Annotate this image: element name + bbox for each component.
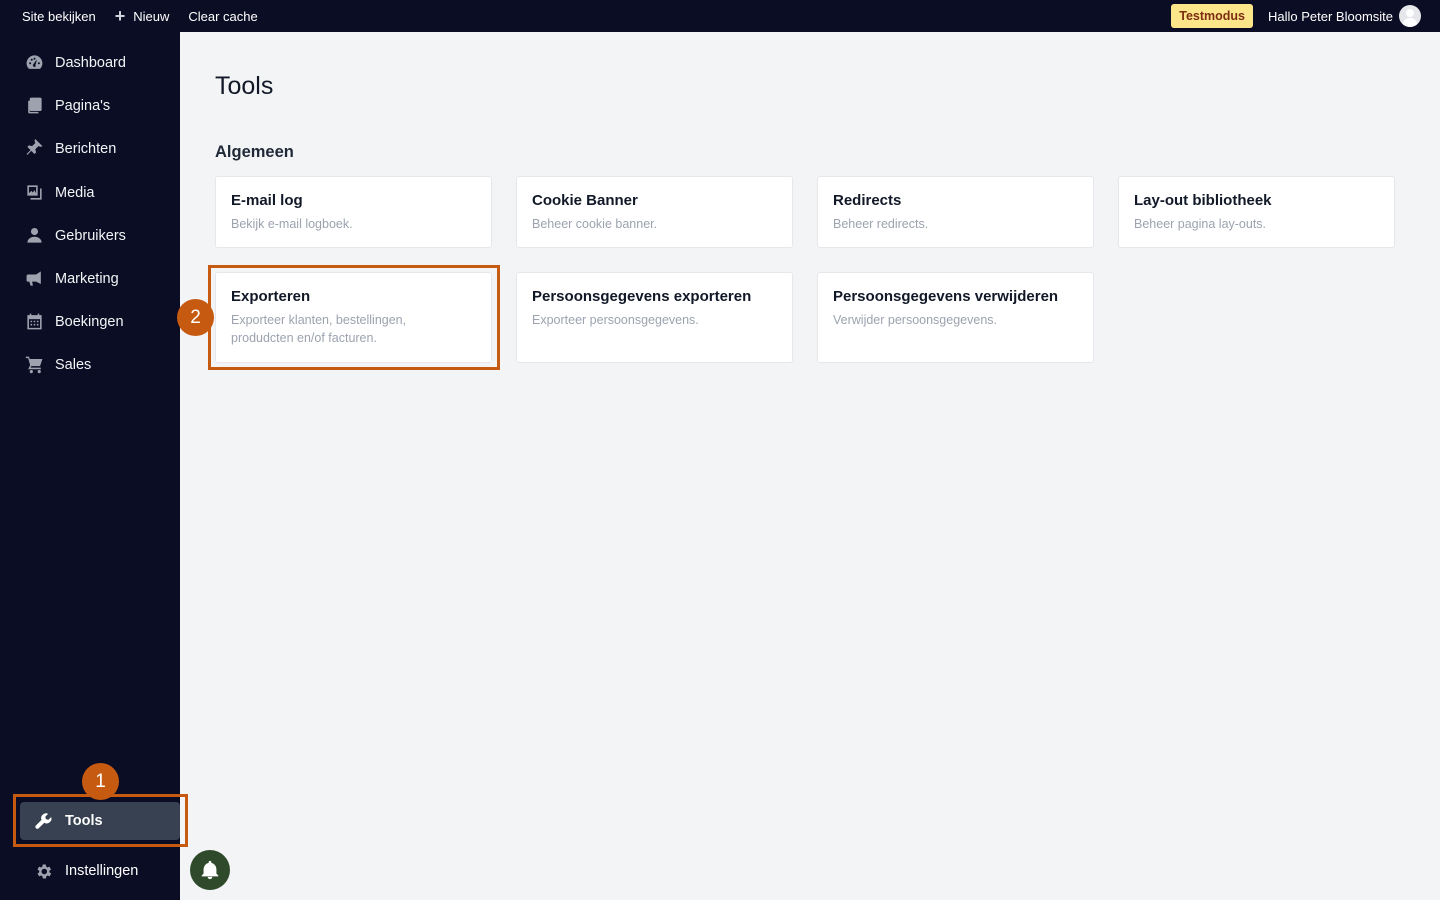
pages-icon [24, 96, 44, 116]
pin-icon [24, 139, 44, 159]
top-bar-right: Testmodus Hallo Peter Bloomsite [1171, 4, 1440, 28]
tool-card-export-personal-data[interactable]: Persoonsgegevens exporteren Exporteer pe… [516, 272, 793, 363]
card-title: E-mail log [231, 192, 303, 209]
card-title: Cookie Banner [532, 192, 638, 209]
tool-card-redirects[interactable]: Redirects Beheer redirects. [817, 176, 1094, 248]
sidebar-item-label: Dashboard [55, 54, 126, 71]
new-label: Nieuw [133, 8, 170, 24]
card-description: Exporteer persoonsgegevens. [532, 313, 699, 327]
gear-icon [37, 864, 52, 878]
sidebar-item-marketing[interactable]: Marketing [0, 257, 180, 300]
plus-icon: + [114, 6, 126, 26]
sidebar-item-label: Boekingen [55, 313, 124, 330]
tool-card-delete-personal-data[interactable]: Persoonsgegevens verwijderen Verwijder p… [817, 272, 1094, 363]
tool-card-email-log[interactable]: E-mail log Bekijk e-mail logboek. [215, 176, 492, 248]
card-description: Beheer redirects. [833, 217, 929, 231]
sidebar-item-settings[interactable]: Instellingen [20, 852, 180, 890]
sidebar-item-label: Berichten [55, 140, 117, 157]
user-greeting[interactable]: Hallo Peter Bloomsite [1268, 9, 1393, 24]
section-title: Algemeen [215, 143, 294, 161]
view-site-link[interactable]: Site bekijken [22, 9, 96, 24]
sidebar-item-label: Marketing [55, 270, 119, 287]
page-title: Tools [215, 72, 274, 100]
export-card-highlight [208, 265, 500, 370]
sidebar-item-pages[interactable]: Pagina's [0, 84, 180, 127]
sidebar-item-label: Instellingen [65, 863, 139, 879]
sidebar-item-posts[interactable]: Berichten [0, 127, 180, 170]
sidebar-item-sales[interactable]: Sales [0, 343, 180, 386]
admin-top-bar: Site bekijken + Nieuw Clear cache Testmo… [0, 0, 1440, 32]
card-description: Bekijk e-mail logboek. [231, 217, 353, 231]
step-2-marker: 2 [177, 299, 214, 336]
tool-card-layout-library[interactable]: Lay-out bibliotheek Beheer pagina lay-ou… [1118, 176, 1395, 248]
sidebar-item-label: Gebruikers [55, 227, 126, 244]
card-title: Redirects [833, 192, 902, 209]
avatar[interactable] [1399, 5, 1421, 27]
sidebar-item-users[interactable]: Gebruikers [0, 214, 180, 257]
tools-item-highlight [13, 794, 188, 847]
sidebar-item-label: Media [55, 184, 95, 201]
sidebar-item-label: Sales [55, 356, 92, 373]
new-button[interactable]: + Nieuw [115, 7, 170, 25]
user-icon [24, 226, 44, 246]
sidebar-item-bookings[interactable]: Boekingen [0, 300, 180, 343]
card-description: Verwijder persoonsgegevens. [833, 313, 997, 327]
dashboard-icon [24, 53, 44, 73]
notification-bell-button[interactable] [190, 850, 230, 890]
step-1-marker: 1 [82, 763, 119, 800]
sidebar-item-label: Pagina's [55, 97, 111, 114]
card-description: Beheer pagina lay-outs. [1134, 217, 1267, 231]
test-mode-badge: Testmodus [1171, 4, 1253, 28]
clear-cache-button[interactable]: Clear cache [188, 9, 257, 24]
media-icon [24, 183, 44, 203]
tool-card-cookie-banner[interactable]: Cookie Banner Beheer cookie banner. [516, 176, 793, 248]
calendar-icon [24, 312, 44, 332]
top-bar-left: Site bekijken + Nieuw Clear cache [0, 7, 258, 25]
card-title: Persoonsgegevens verwijderen [833, 288, 1059, 305]
sidebar-item-dashboard[interactable]: Dashboard [0, 41, 180, 84]
card-title: Lay-out bibliotheek [1134, 192, 1272, 209]
megaphone-icon [24, 269, 44, 289]
cart-icon [24, 355, 44, 375]
sidebar-item-media[interactable]: Media [0, 171, 180, 214]
card-title: Persoonsgegevens exporteren [532, 288, 752, 305]
bell-icon [201, 860, 219, 880]
card-description: Beheer cookie banner. [532, 217, 658, 231]
